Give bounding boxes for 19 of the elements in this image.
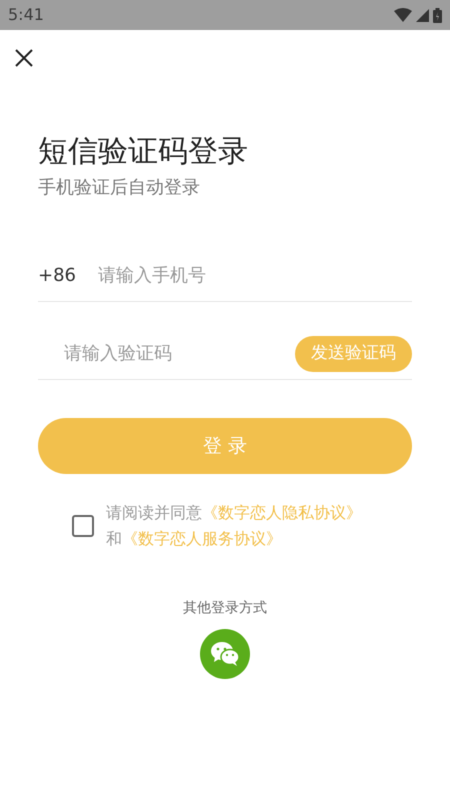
agreement-checkbox[interactable]: [72, 515, 94, 537]
code-field[interactable]: 请输入验证码: [38, 340, 295, 367]
signal-icon: [416, 8, 429, 22]
country-code[interactable]: +86: [38, 262, 98, 289]
send-code-button[interactable]: 发送验证码: [295, 336, 412, 372]
agreement-link[interactable]: 《数字恋人服务协议》: [122, 529, 282, 548]
agreement-link[interactable]: 《数字恋人隐私协议》: [202, 503, 362, 522]
page-subtitle: 手机验证后自动登录: [38, 176, 201, 200]
wechat-login-button[interactable]: [200, 629, 250, 679]
page-title: 短信验证码登录: [38, 133, 249, 171]
login-button[interactable]: 登 录: [38, 418, 412, 474]
status-time: 5:41: [8, 4, 44, 26]
chat-bubbles-icon: [210, 641, 240, 667]
agreement-text: 请阅读并同意《数字恋人隐私协议》 和《数字恋人服务协议》: [106, 502, 363, 550]
phone-field[interactable]: +86 请输入手机号: [38, 250, 412, 302]
other-login-label: 其他登录方式: [183, 599, 267, 618]
wifi-icon: [394, 8, 412, 22]
battery-icon: [433, 8, 442, 22]
close-button[interactable]: [14, 48, 34, 68]
